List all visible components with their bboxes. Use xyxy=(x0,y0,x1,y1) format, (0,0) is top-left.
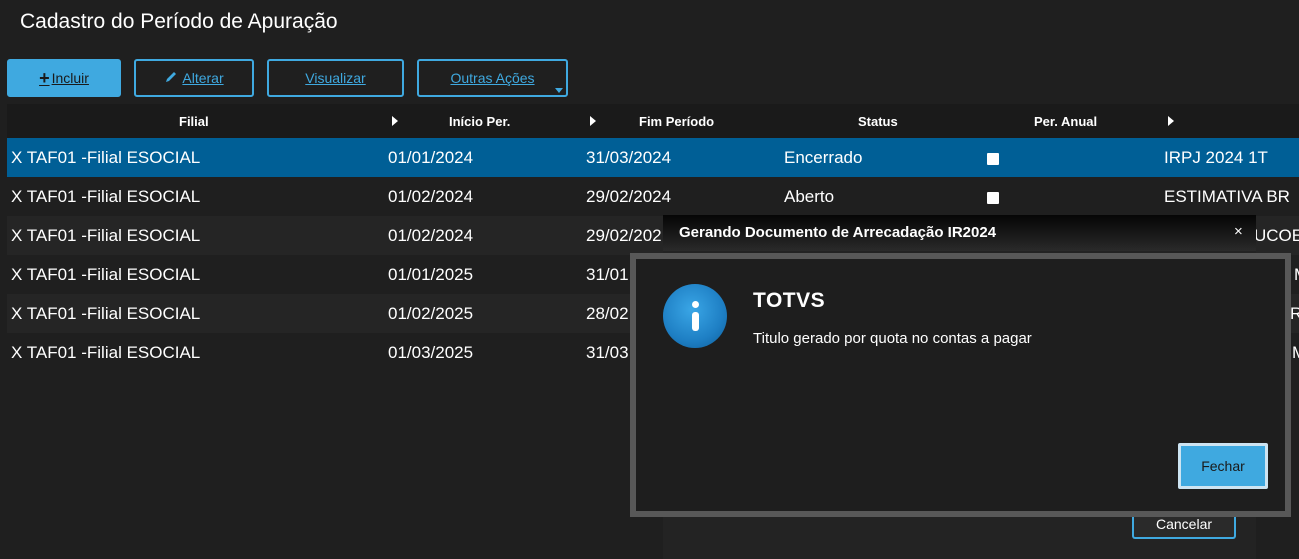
per-anual-checkbox[interactable] xyxy=(987,153,999,165)
outras-acoes-label: Outras Ações xyxy=(450,70,535,86)
cell-filial: X TAF01 -Filial ESOCIAL xyxy=(11,343,201,362)
outras-acoes-button[interactable]: Outras Ações xyxy=(417,59,568,97)
cell-filial: X TAF01 -Filial ESOCIAL xyxy=(11,304,201,323)
pencil-icon xyxy=(164,70,178,87)
cell-inicio: 01/03/2025 xyxy=(388,343,474,362)
cell-fim: 29/02/202 xyxy=(586,226,662,245)
cell-inicio: 01/02/2024 xyxy=(388,226,474,245)
message-dialog: TOTVS Titulo gerado por quota no contas … xyxy=(630,253,1291,517)
cell-fim: 28/02 xyxy=(586,304,629,323)
incluir-button[interactable]: + Incluir xyxy=(7,59,121,97)
cell-inicio: 01/02/2024 xyxy=(388,187,474,206)
column-header-per-anual[interactable]: Per. Anual xyxy=(1034,114,1097,129)
grid-header: Filial Início Per. Fim Período Status Pe… xyxy=(7,104,1299,138)
sort-arrow-icon[interactable] xyxy=(392,116,398,126)
cell-descricao: M xyxy=(1292,343,1299,363)
cell-fim: 31/01 xyxy=(586,265,629,284)
cell-fim: 31/03 xyxy=(586,343,629,362)
cell-descricao: ESTIMATIVA BR xyxy=(1164,187,1290,206)
cell-filial: X TAF01 -Filial ESOCIAL xyxy=(11,226,201,245)
cell-status: Encerrado xyxy=(784,148,863,167)
cell-descricao: UCOE xyxy=(1254,226,1299,245)
table-row[interactable]: X TAF01 -Filial ESOCIAL 01/02/2024 29/02… xyxy=(7,177,1299,216)
page-title: Cadastro do Período de Apuração xyxy=(20,10,338,33)
cell-filial: X TAF01 -Filial ESOCIAL xyxy=(11,148,201,167)
column-header-inicio[interactable]: Início Per. xyxy=(449,114,510,129)
cell-filial: X TAF01 -Filial ESOCIAL xyxy=(11,265,201,284)
cell-descricao: IRPJ 2024 1T xyxy=(1164,148,1268,167)
close-icon[interactable]: × xyxy=(1234,223,1243,240)
cell-inicio: 01/01/2025 xyxy=(388,265,474,284)
incluir-label: Incluir xyxy=(51,70,89,86)
cell-fim: 31/03/2024 xyxy=(586,148,672,167)
column-header-status[interactable]: Status xyxy=(858,114,898,129)
visualizar-label: Visualizar xyxy=(305,70,366,86)
chevron-down-icon xyxy=(555,88,563,93)
cell-inicio: 01/02/2025 xyxy=(388,304,474,323)
cell-fim: 29/02/2024 xyxy=(586,187,672,206)
fechar-button[interactable]: Fechar xyxy=(1178,443,1268,489)
alterar-button[interactable]: Alterar xyxy=(134,59,254,97)
info-icon xyxy=(663,284,727,348)
dialog-title-bar: Gerando Documento de Arrecadação IR2024 … xyxy=(663,215,1256,251)
table-row[interactable]: X TAF01 -Filial ESOCIAL 01/01/2024 31/03… xyxy=(7,138,1299,177)
sort-arrow-icon[interactable] xyxy=(590,116,596,126)
message-title: TOTVS xyxy=(753,289,826,312)
alterar-label: Alterar xyxy=(182,70,224,86)
cell-filial: X TAF01 -Filial ESOCIAL xyxy=(11,187,201,206)
per-anual-checkbox[interactable] xyxy=(987,192,999,204)
cell-status: Aberto xyxy=(784,187,835,206)
visualizar-button[interactable]: Visualizar xyxy=(267,59,404,97)
column-header-fim[interactable]: Fim Período xyxy=(639,114,714,129)
column-header-filial[interactable]: Filial xyxy=(179,114,209,129)
cell-descricao: R xyxy=(1290,304,1299,323)
sort-arrow-icon[interactable] xyxy=(1168,116,1174,126)
cell-descricao: M xyxy=(1294,265,1299,285)
message-text: Titulo gerado por quota no contas a paga… xyxy=(753,330,1032,347)
plus-icon: + xyxy=(39,67,50,88)
cell-inicio: 01/01/2024 xyxy=(388,148,474,167)
dialog-title: Gerando Documento de Arrecadação IR2024 xyxy=(679,224,997,241)
